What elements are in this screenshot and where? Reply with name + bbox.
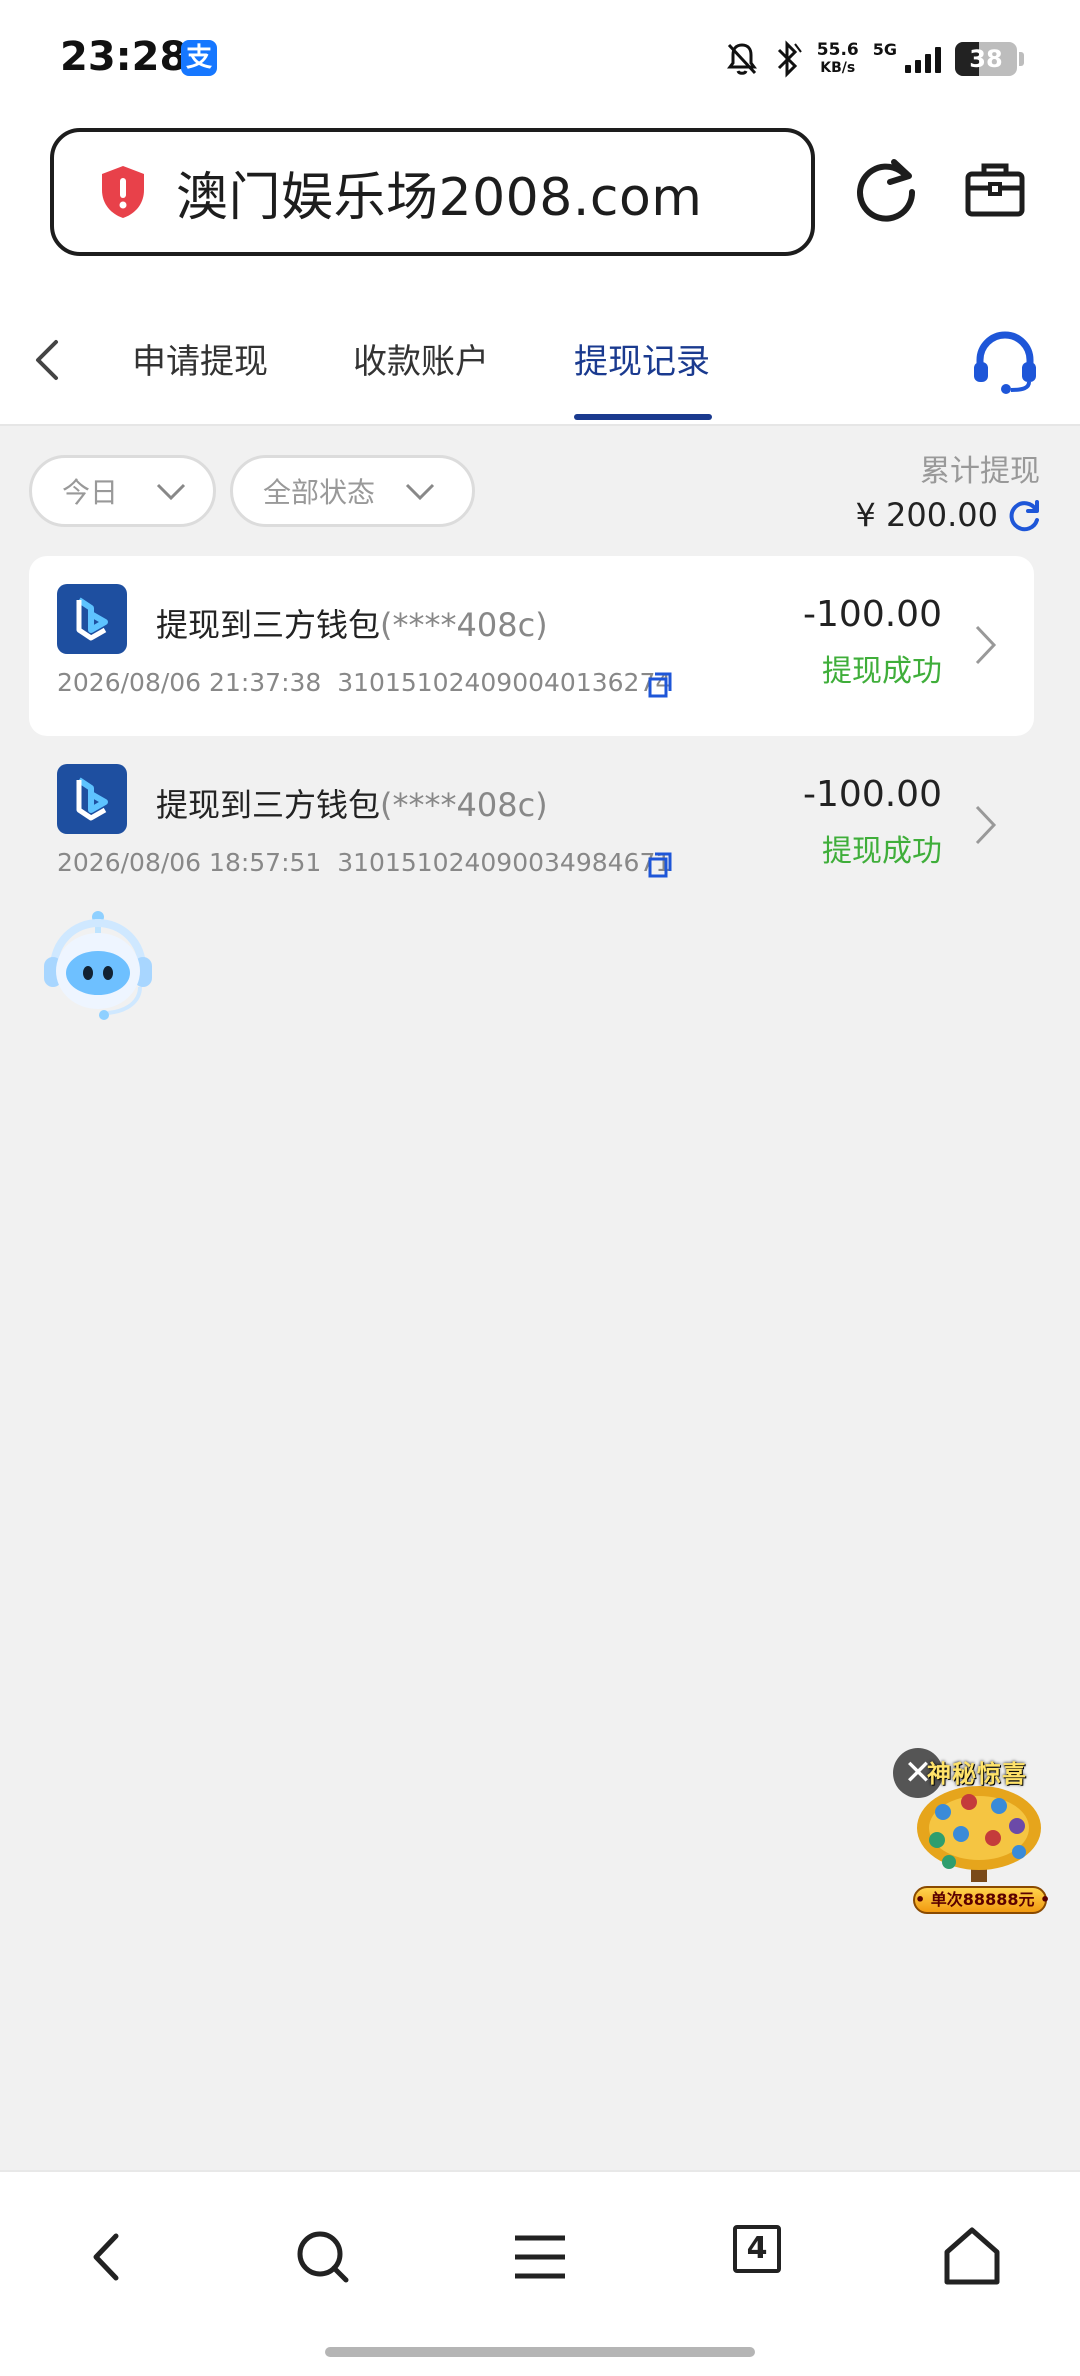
- back-arrow-icon[interactable]: [30, 338, 66, 382]
- signal-icon: [905, 45, 941, 73]
- alipay-icon: 支: [181, 40, 217, 76]
- total-withdraw-amount: ¥ 200.00: [855, 496, 999, 534]
- menu-icon[interactable]: [505, 2222, 575, 2292]
- network-type: 5G: [872, 40, 897, 59]
- customer-service-icon[interactable]: [970, 330, 1040, 394]
- reload-icon[interactable]: [854, 156, 920, 222]
- browser-toolbar: 澳门娱乐场2008.com: [0, 118, 1080, 294]
- record-order-no: 310151024090040136274: [337, 668, 672, 697]
- robot-assistant-icon[interactable]: [36, 905, 160, 1029]
- copy-icon[interactable]: [647, 851, 673, 879]
- wallet-logo-icon: [57, 764, 127, 834]
- toolbox-icon[interactable]: [964, 158, 1026, 220]
- copy-icon[interactable]: [647, 671, 673, 699]
- address-bar[interactable]: 澳门娱乐场2008.com: [50, 128, 815, 256]
- money-tree-icon: [917, 1786, 1041, 1882]
- chevron-right-icon: [975, 805, 997, 845]
- withdraw-record-row[interactable]: 提现到三方钱包(****408c) 2026/08/06 18:57:51 31…: [29, 736, 1034, 916]
- chevron-down-icon: [156, 483, 186, 501]
- net-speed-value: 55.6: [816, 40, 859, 60]
- record-title: 提现到三方钱包(****408c): [156, 600, 548, 646]
- record-meta: 2026/08/06 18:57:51 31015102409003498467…: [57, 848, 671, 877]
- record-title-text: 提现到三方钱包: [156, 606, 381, 644]
- tab-withdraw-records[interactable]: 提现记录: [574, 334, 710, 383]
- search-icon[interactable]: [288, 2222, 358, 2292]
- record-datetime: 2026/08/06 18:57:51: [57, 848, 322, 877]
- status-icons: 55.6 KB/s 5G 38: [725, 36, 1024, 82]
- record-datetime: 2026/08/06 21:37:38: [57, 668, 322, 697]
- bluetooth-icon: [777, 40, 802, 78]
- home-indicator[interactable]: [325, 2347, 755, 2357]
- tabs-icon[interactable]: 4: [733, 2225, 781, 2273]
- record-account-mask: (****408c): [380, 606, 548, 644]
- warning-shield-icon[interactable]: [98, 164, 148, 220]
- promo-title: 神秘惊喜: [927, 1760, 1027, 1788]
- record-amount: -100.00: [803, 774, 942, 815]
- status-bar: 23:28 支 55.6 KB/s 5G 38: [0, 0, 1080, 118]
- back-icon[interactable]: [72, 2222, 142, 2292]
- net-speed: 55.6 KB/s: [817, 41, 859, 77]
- record-status: 提现成功: [822, 834, 942, 869]
- record-amount: -100.00: [803, 594, 942, 635]
- tab-receiving-account[interactable]: 收款账户: [353, 334, 489, 383]
- tab-apply-withdraw[interactable]: 申请提现: [132, 334, 268, 383]
- battery-level: 38: [969, 45, 1003, 73]
- status-time: 23:28: [60, 34, 188, 80]
- url-text[interactable]: 澳门娱乐场2008.com: [176, 155, 702, 230]
- chevron-right-icon: [975, 625, 997, 665]
- promo-subtitle: • 单次88888元 •: [913, 1886, 1050, 1914]
- record-title-text: 提现到三方钱包: [156, 786, 381, 824]
- wallet-logo-icon: [57, 584, 127, 654]
- withdraw-tabs: 申请提现 收款账户 提现记录: [0, 294, 1080, 426]
- home-icon[interactable]: [937, 2222, 1007, 2292]
- withdraw-record-row[interactable]: 提现到三方钱包(****408c) 2026/08/06 21:37:38 31…: [29, 556, 1034, 736]
- status-filter-dropdown[interactable]: 全部状态: [230, 455, 475, 527]
- status-filter-label: 全部状态: [263, 476, 376, 509]
- record-order-no: 310151024090034984671: [337, 848, 672, 877]
- date-filter-label: 今日: [62, 476, 119, 509]
- chevron-down-icon: [405, 483, 435, 501]
- refresh-icon[interactable]: [1006, 498, 1042, 534]
- record-account-mask: (****408c): [380, 786, 548, 824]
- total-withdraw-label: 累计提现: [920, 454, 1040, 489]
- battery-icon: 38: [955, 42, 1017, 76]
- mute-icon: [726, 43, 757, 75]
- record-status: 提现成功: [822, 654, 942, 689]
- active-tab-indicator: [574, 414, 712, 420]
- record-title: 提现到三方钱包(****408c): [156, 780, 548, 826]
- date-filter-dropdown[interactable]: 今日: [29, 455, 216, 527]
- net-speed-unit: KB/s: [820, 60, 856, 76]
- promo-widget[interactable]: ✕ 神秘惊喜 • 单次88888元 •: [893, 1748, 1050, 1918]
- browser-bottom-nav: 4: [0, 2170, 1080, 2376]
- record-meta: 2026/08/06 21:37:38 31015102409004013627…: [57, 668, 671, 697]
